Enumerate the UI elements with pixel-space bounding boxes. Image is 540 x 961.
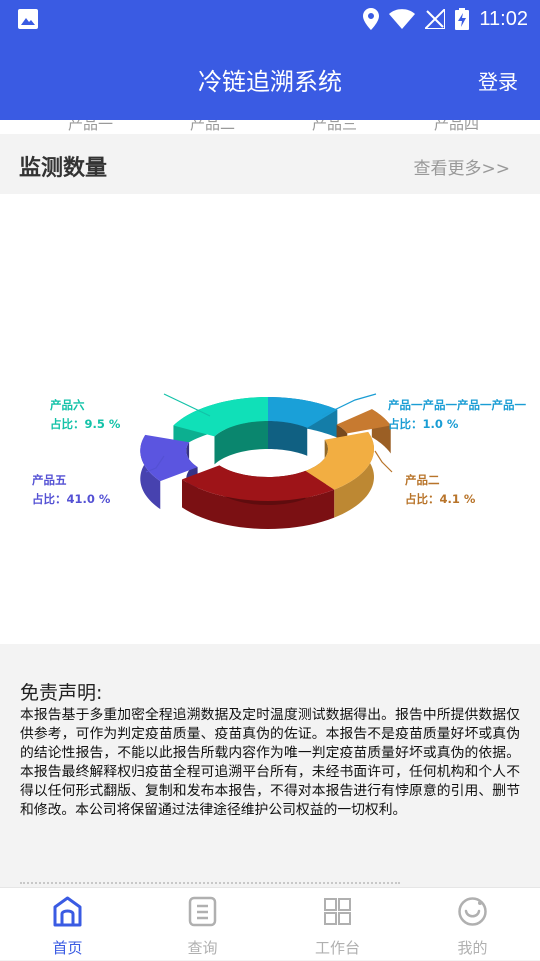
nav-item-workbench[interactable]: 工作台 [270, 888, 405, 961]
ring-segment [182, 465, 335, 529]
wifi-icon [389, 9, 416, 29]
callout-line [374, 450, 393, 473]
slice-ratio: 占比：1.0 % [388, 417, 459, 431]
product-tab[interactable]: 产品四 [434, 120, 479, 134]
clock: 11:02 [479, 7, 528, 30]
nav-item-label: 我的 [457, 939, 488, 957]
bottom-nav: 首页 查询 工作台 我的 [0, 887, 540, 960]
nav-item-query[interactable]: 查询 [135, 888, 270, 961]
nav-item-home[interactable]: 首页 [0, 888, 135, 961]
location-icon [363, 8, 380, 30]
doughnut-chart: 产品一产品一产品一产品一占比：1.0 % 产品二占比：4.1 % 产品五占比：41.… [32, 393, 526, 529]
chart-panel: 产品一产品一产品一产品一 占比：1.0 % 产品二占比：4.1 % 产品五占比：41.… [0, 194, 540, 644]
page-title: 冷链追溯系统 [198, 68, 342, 96]
section-title: 监测数量 [19, 156, 108, 181]
slice-label: 产品二 [405, 473, 440, 487]
battery-charging-icon [455, 8, 470, 30]
workbench-icon [324, 898, 351, 925]
product-tab[interactable]: 产品三 [312, 120, 357, 134]
nav-item-label: 首页 [52, 939, 83, 957]
disclaimer-section: 免责声明: 本报告基于多重加密全程追溯数据及定时温度测试数据得出。报告中所提供数… [0, 644, 540, 887]
segment-inner-wall [268, 421, 308, 456]
product-tab[interactable]: 产品二 [190, 120, 235, 134]
callout-line [163, 393, 211, 417]
monitoring-section-header: 监测数量 查看更多>> [0, 134, 540, 194]
product-tab[interactable]: 产品一 [68, 120, 113, 134]
home-icon [53, 896, 82, 927]
login-button[interactable]: 登录 [478, 66, 518, 95]
slice-label: 产品五 [32, 473, 67, 487]
slice-ratio: 占比：4.1 % [405, 492, 476, 506]
gallery-icon [18, 9, 38, 29]
status-bar: 11:02 [0, 0, 540, 38]
query-icon [188, 896, 217, 927]
profile-icon [458, 897, 487, 926]
status-icons: 11:02 [363, 0, 528, 38]
slice-label: 产品六 [50, 398, 85, 412]
nav-item-label: 查询 [187, 939, 218, 957]
slice-ratio: 占比：9.5 % [50, 417, 121, 431]
see-more-link[interactable]: 查看更多>> [414, 154, 511, 179]
disclaimer-title: 免责声明: [20, 682, 103, 704]
product-tab-strip: 产品一 产品二 产品三 产品四 [0, 120, 540, 134]
slice-ratio: 占比：41.0 % [32, 492, 111, 506]
app-bar: 冷链追溯系统 登录 [0, 38, 540, 120]
disclaimer-body: 本报告基于多重加密全程追溯数据及定时温度测试数据得出。报告中所提供数据仅供参考，… [20, 707, 520, 818]
no-signal-icon [425, 9, 446, 29]
nav-item-label: 工作台 [314, 939, 360, 957]
nav-item-profile[interactable]: 我的 [405, 888, 540, 961]
slice-label: 产品一产品一产品一产品一 [388, 398, 526, 412]
